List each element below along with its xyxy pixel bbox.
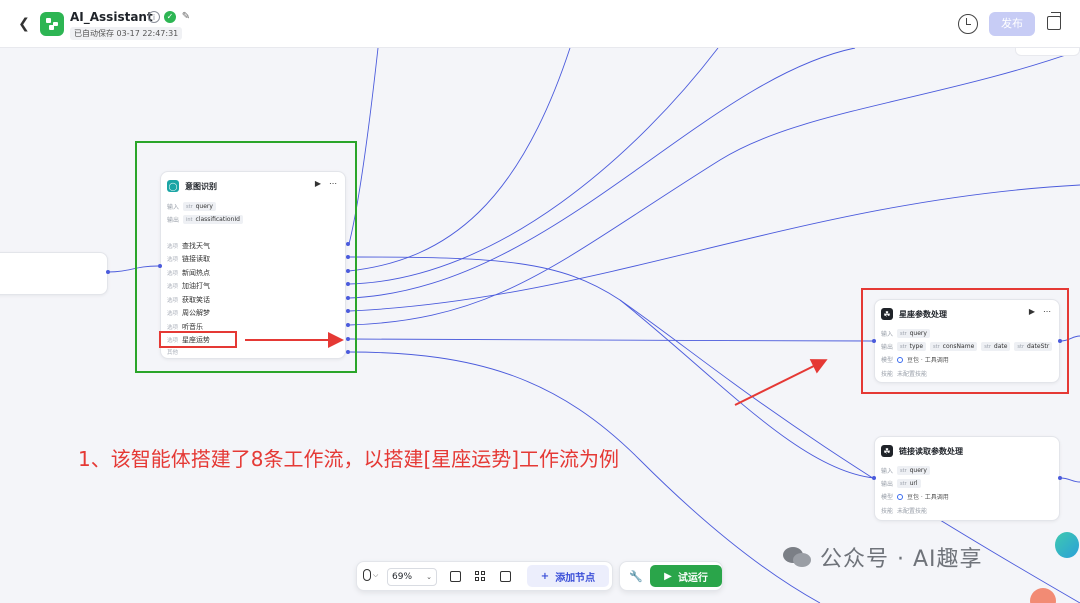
edit-icon[interactable]: ✎: [180, 11, 192, 23]
run-toolbar: 🔧 ▶ 试运行: [619, 561, 723, 591]
chevron-down-icon: ⌵: [373, 570, 379, 579]
autosave-status: 已自动保存 03-17 22:47:31: [70, 27, 183, 40]
title-status-icons: i ✓ ✎: [148, 11, 192, 23]
verified-check-icon: ✓: [164, 11, 176, 23]
chevron-down-icon: ⌄: [426, 573, 432, 581]
top-header: ❮ AI_Assistant i ✓ ✎ 已自动保存 03-17 22:47:3…: [0, 0, 1080, 48]
annotation-arrows: [245, 332, 828, 406]
watermark-badge-icon: [1055, 532, 1079, 558]
plus-icon: +: [540, 570, 550, 582]
annotation-text: 1、该智能体搭建了8条工作流，以搭建[星座运势]工作流为例: [78, 447, 620, 471]
workflow-logo-icon: [46, 18, 58, 30]
bottom-toolbar: ⌵ 69% ⌄ + 添加节点: [356, 561, 613, 591]
play-icon: ▶: [664, 570, 672, 582]
info-icon[interactable]: i: [148, 11, 160, 23]
publish-button[interactable]: 发布: [989, 12, 1035, 36]
partial-node-card: [1015, 48, 1080, 56]
minimap-icon[interactable]: [500, 571, 511, 582]
copy-icon[interactable]: [1047, 12, 1061, 30]
history-clock-icon[interactable]: [958, 14, 978, 34]
comment-icon[interactable]: [450, 571, 461, 582]
layout-grid-icon[interactable]: [475, 571, 486, 582]
zoom-select[interactable]: 69% ⌄: [387, 568, 437, 586]
wechat-logo-icon: [783, 547, 811, 567]
wrench-icon[interactable]: 🔧: [629, 570, 643, 583]
app-logo: [40, 12, 64, 36]
add-node-button[interactable]: + 添加节点: [527, 565, 609, 587]
app-title: AI_Assistant: [70, 10, 153, 24]
arrow-up-annotation: [734, 359, 828, 406]
mouse-icon: [363, 569, 371, 581]
watermark: 公众号 · AI趣享: [782, 541, 983, 573]
test-run-button[interactable]: ▶ 试运行: [650, 565, 722, 587]
back-arrow-icon[interactable]: ❮: [14, 14, 34, 34]
mouse-mode-toggle[interactable]: ⌵: [363, 569, 378, 581]
